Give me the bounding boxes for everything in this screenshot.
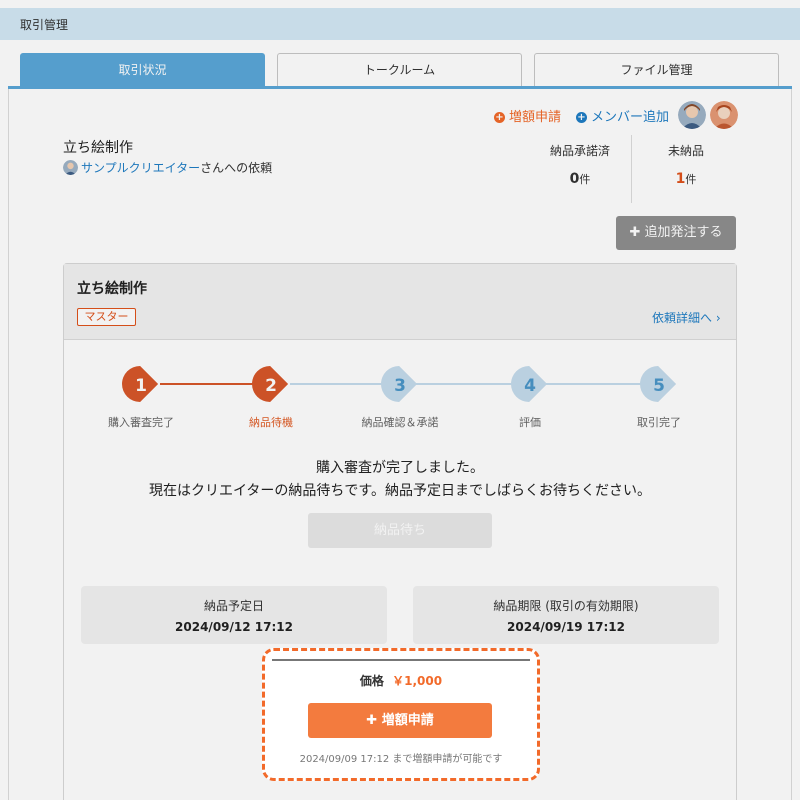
pending-unit: 件 xyxy=(685,173,697,186)
price-label: 価格 xyxy=(359,674,384,688)
additional-order-label: 追加発注する xyxy=(644,225,723,240)
plus-circle-icon: + xyxy=(576,112,587,123)
step-4-number: 4 xyxy=(524,376,536,396)
pending-stat: 未納品 1件 xyxy=(646,142,726,187)
page-header: 取引管理 xyxy=(0,8,800,40)
creator-request-line: サンプルクリエイターさんへの依頼 xyxy=(63,159,272,176)
plus-circle-icon: + xyxy=(494,112,505,123)
increase-request-button-label: 増額申請 xyxy=(381,713,434,728)
increase-deadline-note: 2024/09/09 17:12 まで増額申請が可能です xyxy=(299,754,503,765)
creator-name-link[interactable]: サンプルクリエイター xyxy=(81,161,200,175)
tab-file-management-label: ファイル管理 xyxy=(620,63,693,77)
tab-talk-room[interactable]: トークルーム xyxy=(277,53,522,86)
step-3-label: 納品確認＆承諾 xyxy=(361,416,439,429)
scheduled-date-box: 納品予定日 2024/09/12 17:12 xyxy=(81,586,387,644)
step-2-number: 2 xyxy=(265,376,277,396)
step-3-number: 3 xyxy=(394,376,406,396)
order-title: 立ち絵制作 xyxy=(63,140,133,156)
status-message-line1: 購入審査が完了しました。 xyxy=(316,460,484,476)
tab-status-label: 取引状況 xyxy=(118,63,167,77)
status-message-line2: 現在はクリエイターの納品待ちです。納品予定日までしばらくお待ちください。 xyxy=(148,483,652,499)
tab-talk-room-label: トークルーム xyxy=(363,63,436,77)
approved-unit: 件 xyxy=(579,173,591,186)
increase-request-link[interactable]: + 増額申請 xyxy=(494,106,561,125)
pending-label: 未納品 xyxy=(667,144,704,158)
plus-icon: ✚ xyxy=(366,713,382,728)
step-5-label: 取引完了 xyxy=(637,416,681,429)
deadline-label: 納品期限 (取引の有効期限) xyxy=(493,599,639,613)
plus-icon: ✚ xyxy=(629,225,645,240)
tab-status[interactable]: 取引状況 xyxy=(20,53,265,86)
price-divider xyxy=(272,659,530,661)
step-5-number: 5 xyxy=(653,376,665,396)
creator-avatar-icon xyxy=(63,160,78,175)
stats-divider xyxy=(631,135,632,203)
request-detail-link[interactable]: 依頼詳細へ › xyxy=(652,309,721,326)
card-title: 立ち絵制作 xyxy=(77,281,147,297)
member-avatar[interactable] xyxy=(710,101,738,129)
deadline-box: 納品期限 (取引の有効期限) 2024/09/19 17:12 xyxy=(413,586,719,644)
step-1-number: 1 xyxy=(135,376,147,396)
step-1-label: 購入審査完了 xyxy=(108,416,174,429)
increase-request-link-label: 増額申請 xyxy=(509,110,562,125)
scheduled-date-value: 2024/09/12 17:12 xyxy=(175,620,293,634)
step-4-label: 評価 xyxy=(519,416,541,429)
page-title: 取引管理 xyxy=(20,18,69,32)
add-member-link[interactable]: + メンバー追加 xyxy=(576,106,669,125)
deadline-value: 2024/09/19 17:12 xyxy=(507,620,625,634)
step-2-label: 納品待機 xyxy=(249,416,293,429)
master-badge: マスター xyxy=(77,308,136,326)
approved-label: 納品承諾済 xyxy=(549,144,610,158)
waiting-delivery-button: 納品待ち xyxy=(308,513,492,548)
add-member-link-label: メンバー追加 xyxy=(591,110,670,125)
approved-stat: 納品承諾済 0件 xyxy=(540,142,620,187)
scheduled-date-label: 納品予定日 xyxy=(203,599,264,613)
approved-count: 0 xyxy=(569,171,580,187)
order-card-header xyxy=(64,264,736,340)
member-avatar[interactable] xyxy=(678,101,706,129)
additional-order-button[interactable]: ✚ 追加発注する xyxy=(616,216,736,250)
increase-request-button[interactable]: ✚ 増額申請 xyxy=(308,703,492,738)
tab-file-management[interactable]: ファイル管理 xyxy=(534,53,779,86)
price-value: ￥1,000 xyxy=(392,674,443,688)
pending-count: 1 xyxy=(675,171,686,187)
request-suffix: さんへの依頼 xyxy=(200,161,273,175)
